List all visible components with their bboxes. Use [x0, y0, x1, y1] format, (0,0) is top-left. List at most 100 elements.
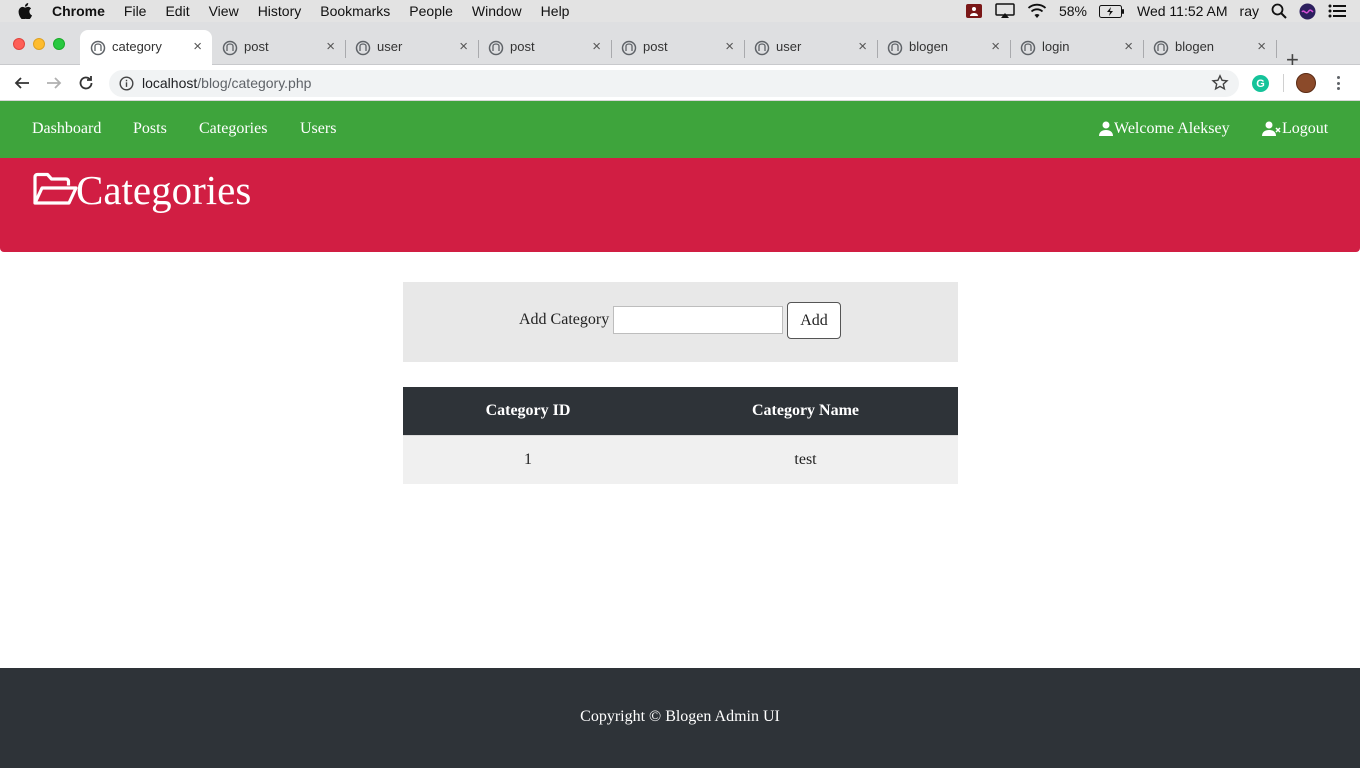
airplay-icon[interactable] — [995, 0, 1015, 22]
spotlight-search-icon[interactable] — [1271, 0, 1287, 22]
tab-close-icon[interactable]: × — [1257, 38, 1266, 55]
menu-help[interactable]: Help — [541, 3, 570, 19]
menu-extra-app-icon[interactable] — [965, 0, 983, 22]
tab-favicon-icon — [222, 40, 238, 56]
user-icon — [1099, 121, 1113, 136]
tab-favicon-icon — [1153, 40, 1169, 56]
category-name-input[interactable] — [613, 306, 783, 334]
footer-copyright: Copyright © Blogen Admin UI — [580, 708, 780, 725]
tab-title: post — [510, 39, 535, 54]
tab-separator — [1276, 40, 1277, 58]
reload-button[interactable] — [76, 73, 96, 93]
tab-close-icon[interactable]: × — [193, 38, 202, 55]
tab-close-icon[interactable]: × — [991, 38, 1000, 55]
back-button[interactable] — [12, 73, 32, 93]
browser-tab[interactable]: login × — [1010, 30, 1143, 65]
window-zoom-button[interactable] — [53, 38, 65, 50]
table-header-row: Category ID Category Name — [403, 387, 958, 435]
menu-bar-user[interactable]: ray — [1240, 0, 1259, 22]
logout-link[interactable]: Logout — [1262, 120, 1328, 138]
tab-close-icon[interactable]: × — [725, 38, 734, 55]
nav-categories-link[interactable]: Categories — [199, 120, 267, 138]
nav-dashboard-link[interactable]: Dashboard — [32, 120, 101, 138]
tab-title: blogen — [1175, 39, 1215, 54]
add-category-form: Add Category Add — [403, 282, 958, 362]
toolbar-divider — [1283, 74, 1284, 92]
browser-tab[interactable]: blogen × — [877, 30, 1010, 65]
tab-close-icon[interactable]: × — [459, 38, 468, 55]
window-close-button[interactable] — [13, 38, 25, 50]
site-info-icon[interactable] — [119, 76, 134, 96]
table-row[interactable]: 1 test — [403, 434, 958, 484]
menu-people[interactable]: People — [409, 3, 453, 19]
welcome-text: Welcome Aleksey — [1114, 120, 1230, 137]
logout-text: Logout — [1282, 120, 1329, 137]
browser-toolbar: localhost/blog/category.php G — [0, 65, 1360, 101]
browser-tab-strip: category × post × user × post × post × u… — [0, 22, 1360, 71]
tab-title: post — [244, 39, 269, 54]
welcome-user-link[interactable]: Welcome Aleksey — [1099, 120, 1230, 138]
tab-close-icon[interactable]: × — [858, 38, 867, 55]
browser-tab[interactable]: user × — [345, 30, 478, 65]
menu-app-chrome[interactable]: Chrome — [52, 3, 105, 19]
browser-tab[interactable]: post × — [611, 30, 744, 65]
tab-title: user — [776, 39, 802, 54]
tab-favicon-icon — [1020, 40, 1036, 56]
browser-tab[interactable]: blogen × — [1143, 30, 1276, 65]
wifi-icon[interactable] — [1027, 0, 1047, 22]
column-header-category-id[interactable]: Category ID — [403, 387, 653, 435]
battery-charging-icon[interactable] — [1099, 0, 1125, 22]
profile-avatar[interactable] — [1296, 73, 1316, 93]
apple-logo-icon[interactable] — [18, 0, 36, 22]
web-page: Dashboard Posts Categories Users Welcome… — [0, 101, 1360, 768]
user-times-icon — [1262, 121, 1281, 136]
window-minimize-button[interactable] — [33, 38, 45, 50]
browser-tab[interactable]: post × — [212, 30, 345, 65]
tab-title: user — [377, 39, 403, 54]
tab-close-icon[interactable]: × — [592, 38, 601, 55]
siri-icon[interactable] — [1299, 0, 1316, 22]
notification-center-icon[interactable] — [1328, 0, 1346, 22]
tab-title: post — [643, 39, 668, 54]
cell-category-name: test — [653, 434, 958, 484]
macos-menu-bar: Chrome File Edit View History Bookmarks … — [0, 0, 1360, 22]
nav-users-link[interactable]: Users — [300, 120, 336, 138]
chrome-menu-icon[interactable] — [1332, 74, 1344, 92]
add-category-label: Add Category — [519, 311, 610, 328]
tab-title: login — [1042, 39, 1070, 54]
page-title: Categories — [76, 167, 252, 213]
menu-view[interactable]: View — [209, 3, 239, 19]
cell-category-id: 1 — [403, 434, 653, 484]
forward-button[interactable] — [44, 73, 64, 93]
menu-window[interactable]: Window — [472, 3, 522, 19]
address-bar[interactable]: localhost/blog/category.php — [109, 70, 1239, 97]
menu-bar-status-area: 58% Wed 11:52 AM ray — [965, 0, 1346, 22]
menu-bookmarks[interactable]: Bookmarks — [320, 3, 390, 19]
browser-tab-active[interactable]: category × — [80, 30, 212, 65]
browser-tab[interactable]: post × — [478, 30, 611, 65]
menu-history[interactable]: History — [258, 3, 302, 19]
menu-edit[interactable]: Edit — [165, 3, 189, 19]
top-navbar: Dashboard Posts Categories Users Welcome… — [0, 101, 1360, 158]
battery-percent: 58% — [1058, 3, 1087, 19]
tab-close-icon[interactable]: × — [1124, 38, 1133, 55]
add-category-button[interactable]: Add — [787, 302, 841, 339]
tab-favicon-icon — [754, 40, 770, 56]
folder-open-icon — [32, 172, 78, 213]
nav-posts-link[interactable]: Posts — [133, 120, 167, 138]
tab-favicon-icon — [355, 40, 371, 56]
url-host: localhost — [142, 75, 198, 91]
tab-favicon-icon — [621, 40, 637, 56]
bookmark-star-icon[interactable] — [1211, 74, 1229, 97]
column-header-category-name[interactable]: Category Name — [653, 387, 958, 435]
url-text[interactable]: localhost/blog/category.php — [142, 75, 311, 91]
menu-file[interactable]: File — [124, 3, 147, 19]
grammarly-extension-icon[interactable]: G — [1252, 75, 1269, 92]
tab-close-icon[interactable]: × — [326, 38, 335, 55]
browser-tab[interactable]: user × — [744, 30, 877, 65]
tab-title: category — [112, 39, 162, 54]
page-header: Categories — [0, 158, 1360, 252]
categories-table: Category ID Category Name 1 test — [403, 387, 958, 484]
menu-bar-clock[interactable]: Wed 11:52 AM — [1137, 0, 1228, 22]
tab-title: blogen — [909, 39, 949, 54]
